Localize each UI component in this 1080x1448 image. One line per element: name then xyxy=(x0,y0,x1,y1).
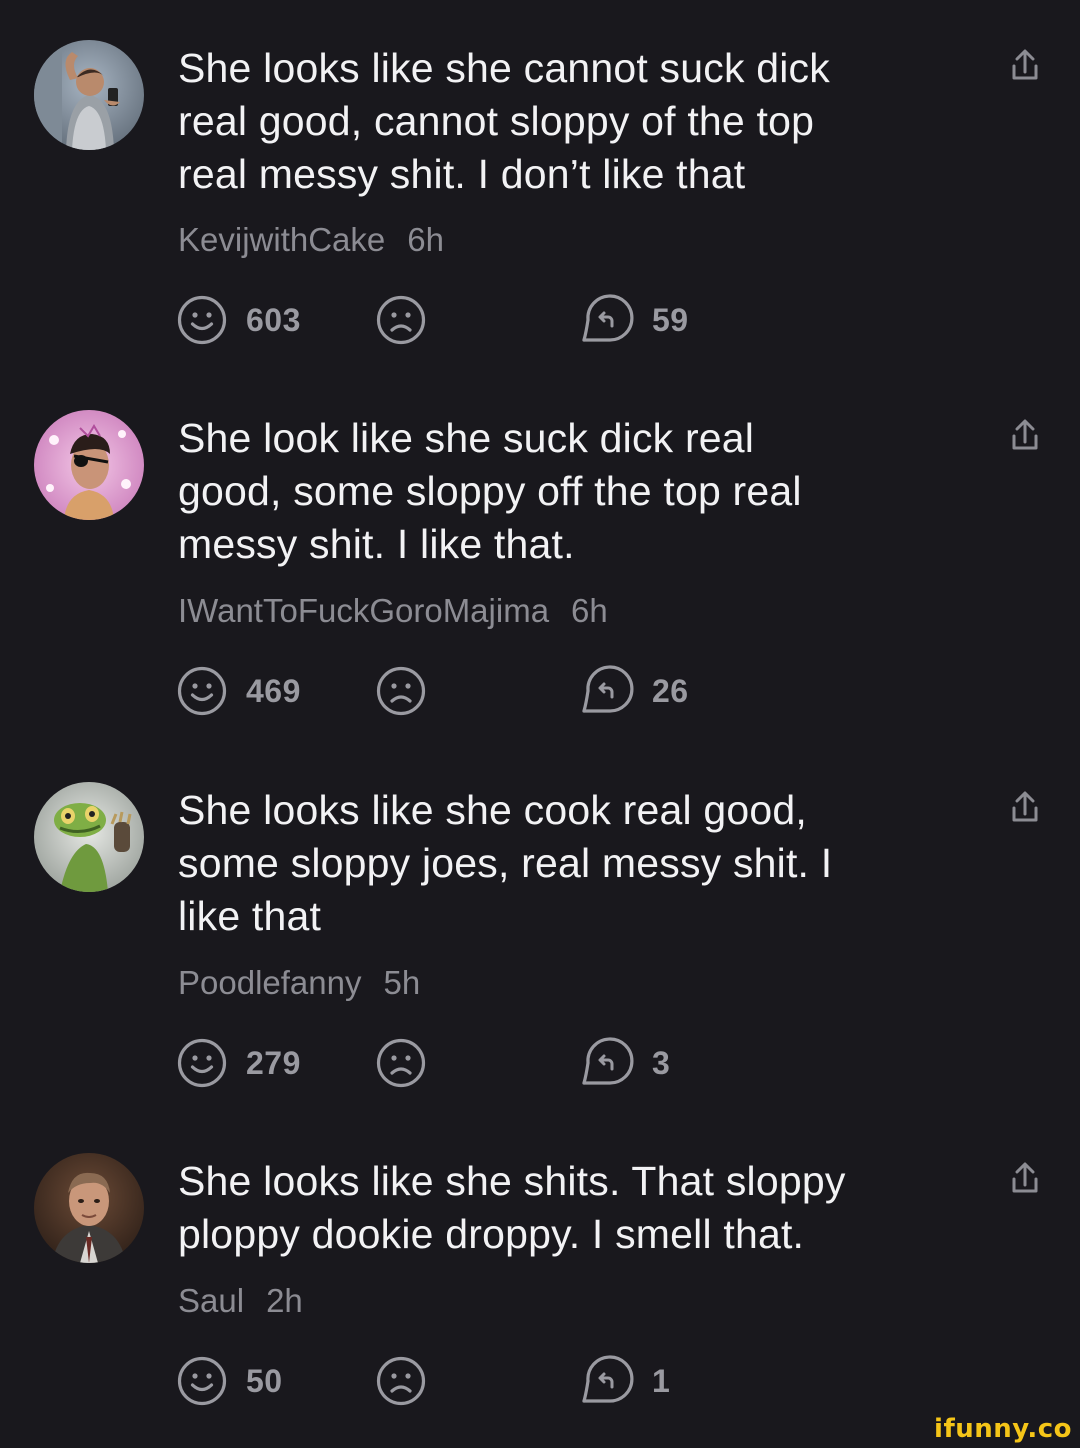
username[interactable]: Saul xyxy=(178,1282,244,1319)
frown-icon xyxy=(375,294,427,346)
comment-text: She looks like she cook real good, some … xyxy=(178,787,833,939)
comment-meta: Poodlefanny 5h xyxy=(178,963,420,1003)
reply-icon xyxy=(580,1036,634,1090)
frown-icon xyxy=(375,1037,427,1089)
like-button[interactable]: 603 xyxy=(176,292,301,348)
share-icon[interactable] xyxy=(1004,416,1046,458)
comment-text: She looks like she cannot suck dick real… xyxy=(178,45,830,197)
ifunny-watermark: ifunny.co xyxy=(934,1414,1072,1444)
like-count: 603 xyxy=(246,301,301,338)
reply-button[interactable]: 59 xyxy=(580,292,689,348)
comment-text: She look like she suck dick real good, s… xyxy=(178,415,802,567)
timestamp: 6h xyxy=(571,592,608,629)
username[interactable]: IWantToFuckGoroMajima xyxy=(178,592,549,629)
gecko-avatar[interactable] xyxy=(34,782,144,892)
share-icon[interactable] xyxy=(1004,788,1046,830)
comment-actions: 603 59 xyxy=(0,292,1080,352)
comment-actions: 50 1 xyxy=(0,1353,1080,1413)
comment-meta: Saul 2h xyxy=(178,1281,303,1321)
reply-button[interactable]: 1 xyxy=(580,1353,670,1409)
frown-icon xyxy=(375,665,427,717)
comment-text: She looks like she shits. That sloppy pl… xyxy=(178,1158,846,1257)
smile-icon xyxy=(176,294,228,346)
reply-count: 26 xyxy=(652,672,689,709)
share-icon[interactable] xyxy=(1004,46,1046,88)
reply-icon xyxy=(580,293,634,347)
timestamp: 2h xyxy=(266,1282,303,1319)
man-in-suit-avatar[interactable] xyxy=(34,1153,144,1263)
like-button[interactable]: 279 xyxy=(176,1035,301,1091)
reply-icon xyxy=(580,664,634,718)
reply-icon xyxy=(580,1354,634,1408)
dislike-button[interactable] xyxy=(375,292,427,348)
frown-icon xyxy=(375,1355,427,1407)
smile-icon xyxy=(176,1355,228,1407)
like-count: 469 xyxy=(246,672,301,709)
like-count: 279 xyxy=(246,1044,301,1081)
timestamp: 6h xyxy=(407,221,444,258)
eyepatch-man-pink-avatar[interactable] xyxy=(34,410,144,520)
reply-count: 3 xyxy=(652,1044,671,1081)
dislike-button[interactable] xyxy=(375,663,427,719)
comment-meta: IWantToFuckGoroMajima 6h xyxy=(178,591,608,631)
reply-button[interactable]: 26 xyxy=(580,663,689,719)
dislike-button[interactable] xyxy=(375,1035,427,1091)
username[interactable]: Poodlefanny xyxy=(178,964,361,1001)
smile-icon xyxy=(176,665,228,717)
comment-meta: KevijwithCake 6h xyxy=(178,220,444,260)
username[interactable]: KevijwithCake xyxy=(178,221,385,258)
like-count: 50 xyxy=(246,1362,283,1399)
reply-count: 59 xyxy=(652,301,689,338)
dislike-button[interactable] xyxy=(375,1353,427,1409)
like-button[interactable]: 469 xyxy=(176,663,301,719)
comment-actions: 279 3 xyxy=(0,1035,1080,1095)
share-icon[interactable] xyxy=(1004,1159,1046,1201)
reply-button[interactable]: 3 xyxy=(580,1035,670,1091)
like-button[interactable]: 50 xyxy=(176,1353,283,1409)
reply-count: 1 xyxy=(652,1362,671,1399)
man-mirror-selfie-avatar[interactable] xyxy=(34,40,144,150)
comment-actions: 469 26 xyxy=(0,663,1080,723)
timestamp: 5h xyxy=(383,964,421,1001)
smile-icon xyxy=(176,1037,228,1089)
